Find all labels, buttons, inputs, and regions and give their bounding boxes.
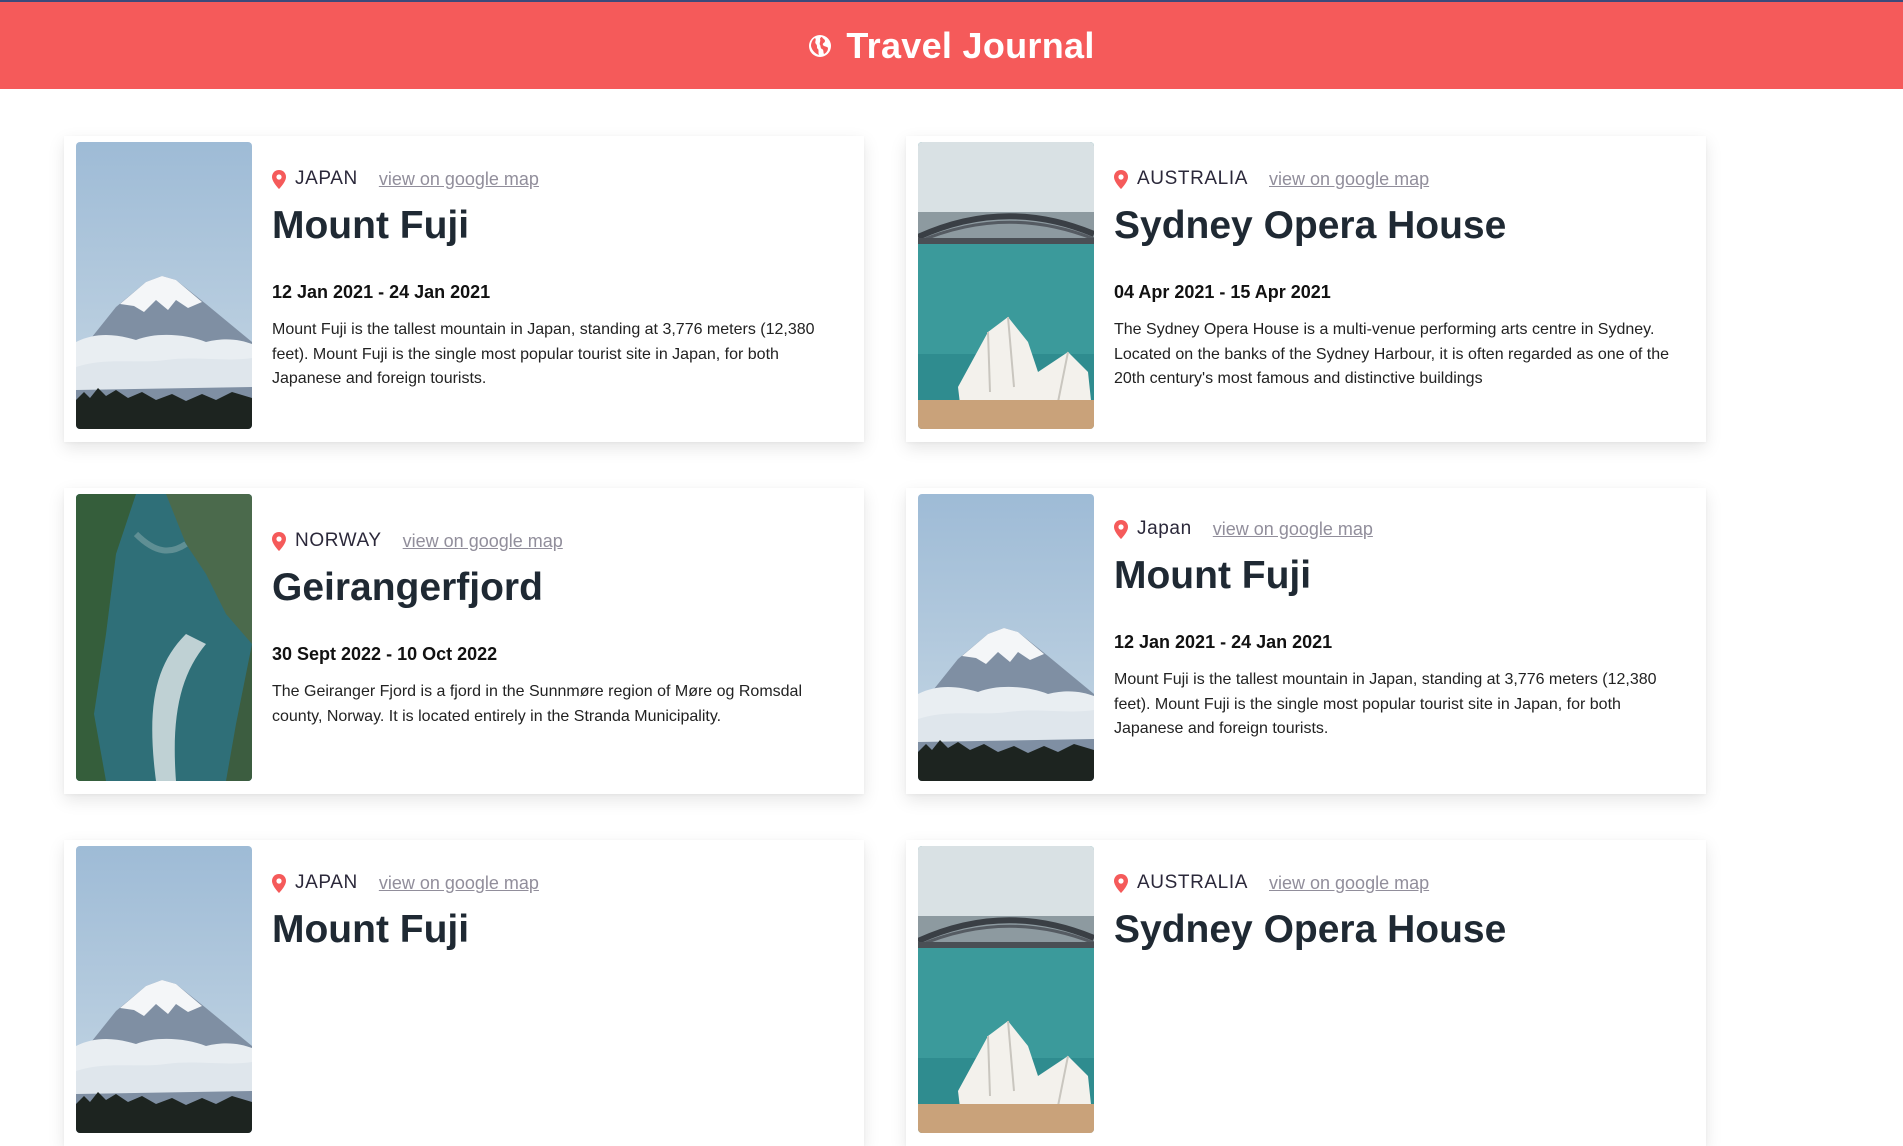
place-title: Mount Fuji	[272, 908, 470, 951]
geirangerfjord-photo	[76, 494, 252, 781]
journal-entry-card: NORWAY view on google map Geirangerfjord…	[64, 488, 864, 794]
trip-dates: 04 Apr 2021 - 15 Apr 2021	[1114, 282, 1331, 302]
location-row: NORWAY view on google map	[272, 530, 563, 552]
location-pin-icon	[272, 531, 286, 551]
location-pin-icon	[1114, 169, 1128, 189]
location-pin-icon	[1114, 519, 1128, 539]
country-label: NORWAY	[295, 530, 382, 551]
sydney-opera-house-photo	[918, 846, 1094, 1133]
place-title: Mount Fuji	[1114, 554, 1312, 597]
page-title: Travel Journal	[846, 24, 1095, 66]
location-row: AUSTRALIA view on google map	[1114, 872, 1429, 894]
trip-dates: 12 Jan 2021 - 24 Jan 2021	[1114, 632, 1333, 652]
location-pin-icon	[1114, 873, 1128, 893]
country-label: Japan	[1137, 518, 1192, 539]
place-description: Mount Fuji is the tallest mountain in Ja…	[1114, 671, 1657, 737]
country-label: AUSTRALIA	[1137, 872, 1248, 893]
location-pin-icon	[272, 169, 286, 189]
place-description: Mount Fuji is the tallest mountain in Ja…	[272, 321, 815, 387]
country-label: AUSTRALIA	[1137, 168, 1248, 189]
country-label: JAPAN	[295, 168, 358, 189]
google-map-link[interactable]: view on google map	[1269, 169, 1429, 190]
place-title: Geirangerfjord	[272, 566, 543, 609]
mount-fuji-photo	[76, 846, 252, 1133]
globe-icon	[809, 34, 832, 57]
country-label: JAPAN	[295, 872, 358, 893]
journal-entry-card: JAPAN view on google map Mount Fuji 12 Ja…	[64, 136, 864, 442]
place-title: Mount Fuji	[272, 204, 470, 247]
location-row: AUSTRALIA view on google map	[1114, 168, 1429, 190]
page-header: Travel Journal	[0, 0, 1903, 89]
location-pin-icon	[272, 873, 286, 893]
google-map-link[interactable]: view on google map	[403, 531, 563, 552]
mount-fuji-photo	[918, 494, 1094, 781]
google-map-link[interactable]: view on google map	[1269, 873, 1429, 894]
journal-entry-card: JAPAN view on google map Mount Fuji	[64, 840, 864, 1146]
journal-entry-card: AUSTRALIA view on google map Sydney Oper…	[906, 136, 1706, 442]
place-description: The Sydney Opera House is a multi-venue …	[1114, 321, 1670, 387]
location-row: JAPAN view on google map	[272, 872, 539, 894]
place-title: Sydney Opera House	[1114, 908, 1507, 951]
trip-dates: 12 Jan 2021 - 24 Jan 2021	[272, 282, 491, 302]
place-description: The Geiranger Fjord is a fjord in the Su…	[272, 683, 803, 725]
mount-fuji-photo	[76, 142, 252, 429]
google-map-link[interactable]: view on google map	[1213, 519, 1373, 540]
google-map-link[interactable]: view on google map	[379, 873, 539, 894]
place-title: Sydney Opera House	[1114, 204, 1507, 247]
location-row: Japan view on google map	[1114, 518, 1373, 540]
sydney-opera-house-photo	[918, 142, 1094, 429]
location-row: JAPAN view on google map	[272, 168, 539, 190]
google-map-link[interactable]: view on google map	[379, 169, 539, 190]
journal-entry-card: AUSTRALIA view on google map Sydney Oper…	[906, 840, 1706, 1146]
trip-dates: 30 Sept 2022 - 10 Oct 2022	[272, 644, 498, 664]
journal-entry-card: Japan view on google map Mount Fuji 12 Ja…	[906, 488, 1706, 794]
